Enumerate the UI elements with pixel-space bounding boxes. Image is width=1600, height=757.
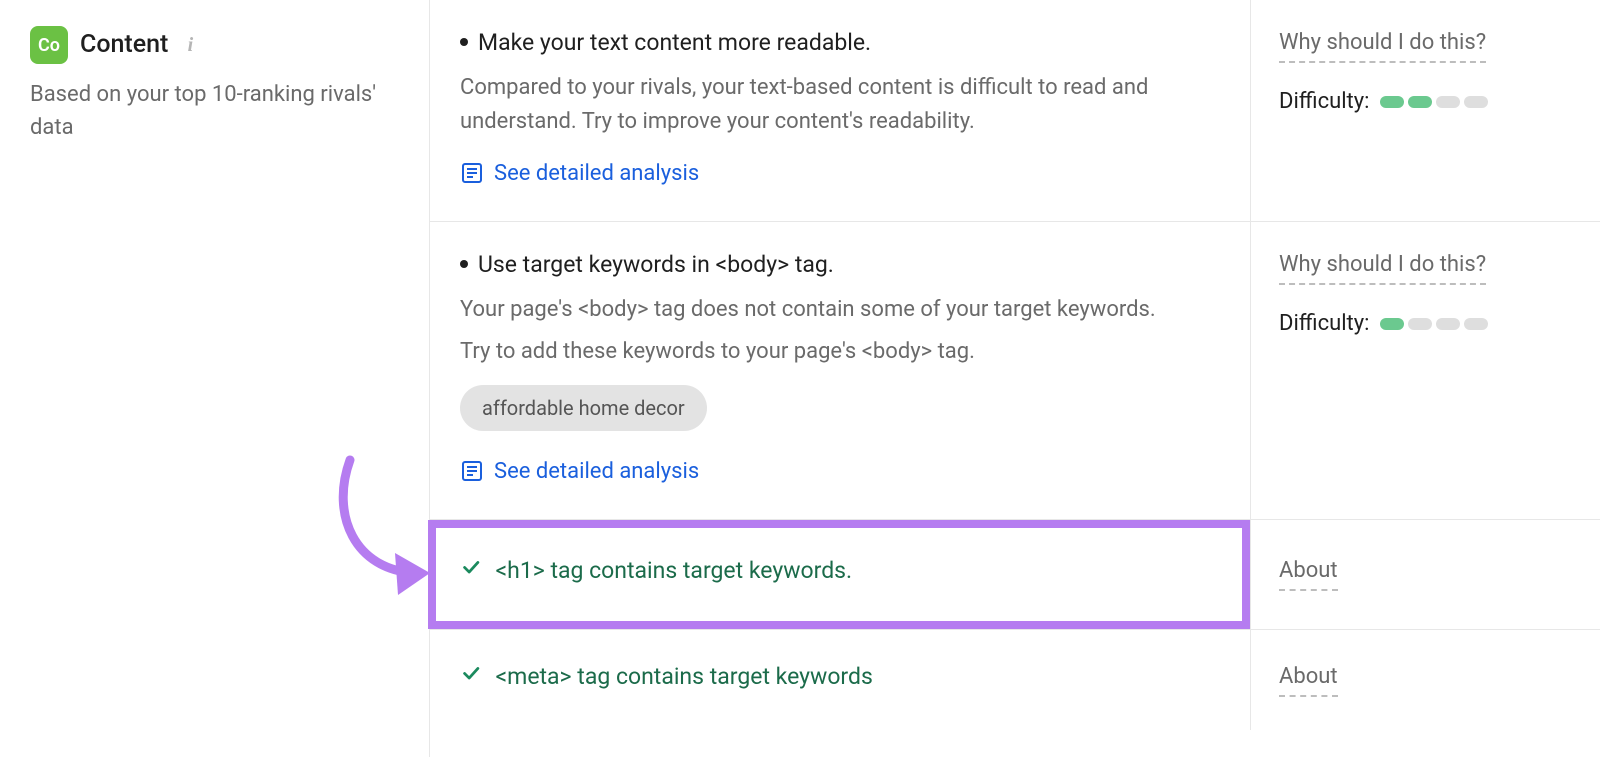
success-text: <h1> tag contains target keywords.: [495, 557, 852, 584]
idea-row-main: Make your text content more readable. Co…: [430, 0, 1250, 221]
idea-row-main: <h1> tag contains target keywords.: [430, 520, 1250, 629]
sidebar-title: Content: [80, 26, 168, 64]
analysis-icon: [460, 459, 484, 483]
difficulty-label: Difficulty:: [1279, 307, 1370, 340]
sidebar: Co Content i Based on your top 10-rankin…: [0, 0, 430, 757]
idea-description: Try to add these keywords to your page's…: [460, 335, 1220, 369]
idea-title-text: Use target keywords in <body> tag.: [478, 251, 834, 278]
idea-title-text: Make your text content more readable.: [478, 29, 871, 56]
difficulty-bar: [1380, 96, 1488, 108]
idea-description: Compared to your rivals, your text-based…: [460, 71, 1220, 139]
main-content: Make your text content more readable. Co…: [430, 0, 1600, 757]
difficulty-seg: [1464, 96, 1488, 108]
idea-row-main: <meta> tag contains target keywords: [430, 630, 1250, 730]
detail-link-text: See detailed analysis: [494, 157, 699, 190]
idea-description: Your page's <body> tag does not contain …: [460, 293, 1220, 327]
difficulty-bar: [1380, 318, 1488, 330]
idea-row-body-keywords: Use target keywords in <body> tag. Your …: [430, 222, 1600, 520]
about-link[interactable]: About: [1279, 660, 1338, 697]
success-text: <meta> tag contains target keywords: [495, 663, 872, 690]
difficulty-seg: [1464, 318, 1488, 330]
see-detailed-analysis-link[interactable]: See detailed analysis: [460, 157, 699, 190]
difficulty-label: Difficulty:: [1279, 85, 1370, 118]
info-icon[interactable]: i: [180, 35, 200, 55]
idea-row-meta: <meta> tag contains target keywords Abou…: [430, 630, 1600, 730]
difficulty-seg: [1408, 96, 1432, 108]
why-should-i-link[interactable]: Why should I do this?: [1279, 26, 1486, 63]
sidebar-subtitle: Based on your top 10-ranking rivals' dat…: [30, 78, 399, 144]
difficulty: Difficulty:: [1279, 307, 1572, 340]
idea-row-main: Use target keywords in <body> tag. Your …: [430, 222, 1250, 519]
idea-row-side: About: [1250, 630, 1600, 730]
success-item: <meta> tag contains target keywords: [460, 660, 1220, 695]
difficulty-seg: [1408, 318, 1432, 330]
idea-row-side: Why should I do this? Difficulty:: [1250, 222, 1600, 519]
bullet-icon: [460, 260, 468, 268]
sidebar-header: Co Content i: [30, 26, 399, 64]
success-item: <h1> tag contains target keywords.: [460, 554, 1220, 589]
check-icon: [460, 556, 482, 578]
idea-title: Use target keywords in <body> tag.: [460, 248, 1220, 283]
difficulty-seg: [1436, 96, 1460, 108]
difficulty-seg: [1380, 96, 1404, 108]
idea-row-side: Why should I do this? Difficulty:: [1250, 0, 1600, 221]
analysis-icon: [460, 161, 484, 185]
difficulty: Difficulty:: [1279, 85, 1572, 118]
difficulty-seg: [1380, 318, 1404, 330]
idea-title: Make your text content more readable.: [460, 26, 1220, 61]
see-detailed-analysis-link[interactable]: See detailed analysis: [460, 455, 699, 488]
difficulty-seg: [1436, 318, 1460, 330]
detail-link-text: See detailed analysis: [494, 455, 699, 488]
idea-row-readability: Make your text content more readable. Co…: [430, 0, 1600, 222]
about-link[interactable]: About: [1279, 554, 1338, 591]
keyword-pill[interactable]: affordable home decor: [460, 385, 707, 431]
idea-row-side: About: [1250, 520, 1600, 629]
content-badge: Co: [30, 26, 68, 64]
check-icon: [460, 662, 482, 684]
bullet-icon: [460, 38, 468, 46]
idea-row-h1: <h1> tag contains target keywords. About: [430, 520, 1600, 630]
why-should-i-link[interactable]: Why should I do this?: [1279, 248, 1486, 285]
